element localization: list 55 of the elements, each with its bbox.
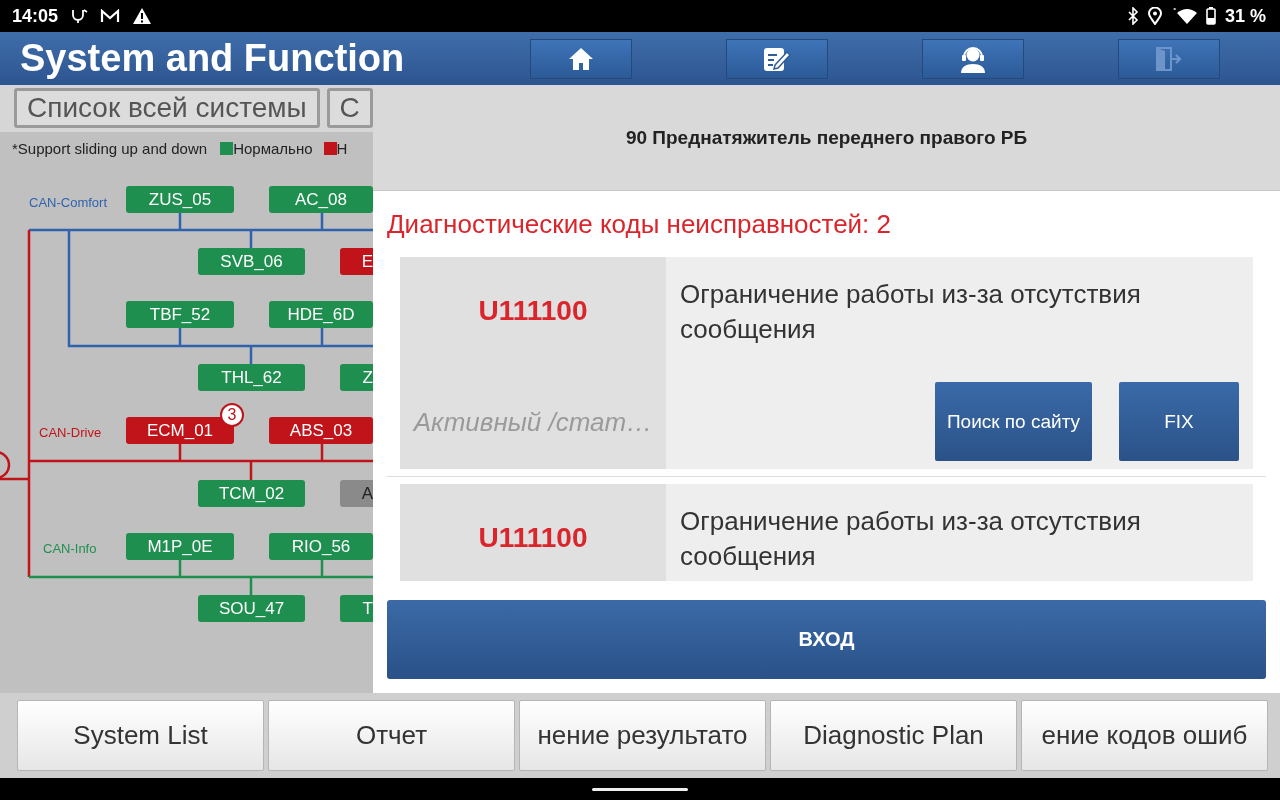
battery-icon [1205, 7, 1216, 25]
function-button[interactable]: System List [17, 700, 264, 771]
location-icon [1147, 7, 1162, 25]
system-tab[interactable]: Список всей системы [14, 88, 320, 128]
function-button[interactable]: ение кодов ошиб [1021, 700, 1268, 771]
bus-label: CAN-Info [43, 541, 97, 556]
edit-button[interactable] [726, 38, 828, 79]
module-node[interactable]: A [340, 480, 373, 507]
module-node[interactable]: RIO_56 [269, 533, 373, 560]
fault-status: Активный /стат… [413, 407, 653, 438]
support-button[interactable] [922, 38, 1024, 79]
fault-description: Ограничение работы из-за отсутствия сообщения [680, 505, 1142, 573]
hint-text: *Support sliding up and down [12, 140, 208, 157]
module-node[interactable]: T [340, 595, 373, 622]
legend-label: Н [336, 140, 348, 157]
module-node[interactable]: AC_08 [269, 186, 373, 213]
web-search-button[interactable]: Поиск по сайту [935, 382, 1092, 461]
function-button[interactable]: Отчет [268, 700, 515, 771]
module-node[interactable]: SVB_06 [198, 248, 305, 275]
function-button[interactable]: нение результато [519, 700, 766, 771]
usb-icon [70, 8, 89, 24]
mail-icon [100, 9, 121, 23]
module-node[interactable]: ABS_03 [269, 417, 373, 444]
module-node[interactable]: TBF_52 [126, 301, 234, 328]
headset-person-icon [959, 44, 987, 73]
bus-label: CAN-Drive [39, 425, 102, 440]
module-node[interactable]: Z [340, 364, 373, 391]
legend-label: Нормально [233, 140, 313, 157]
clock: 14:05 [12, 5, 59, 27]
bus-label: CAN-Comfort [29, 195, 107, 210]
exit-door-icon [1155, 45, 1183, 72]
module-node[interactable]: ZUS_05 [126, 186, 234, 213]
bluetooth-icon [1126, 7, 1139, 25]
module-node[interactable]: SOU_47 [198, 595, 305, 622]
fault-description: Ограничение работы из-за отсутствия сообщения [680, 278, 1142, 346]
fault-count-badge: 3 [220, 403, 244, 427]
home-button[interactable] [530, 38, 632, 79]
warning-icon [132, 7, 153, 25]
module-node[interactable]: THL_62 [198, 364, 305, 391]
page-title: System and Function [20, 37, 406, 80]
module-node[interactable]: TCM_02 [198, 480, 305, 507]
system-tab[interactable]: С [326, 88, 373, 128]
fault-code: U111100 [478, 522, 588, 554]
module-node[interactable]: HDE_6D [269, 301, 373, 328]
fault-code: U111100 [478, 295, 588, 327]
home-indicator[interactable] [592, 787, 688, 791]
function-button[interactable]: Diagnostic Plan [770, 700, 1017, 771]
battery-level: 31 % [1224, 5, 1266, 27]
module-node[interactable]: E [340, 248, 373, 275]
enter-button[interactable]: ВХОД [387, 600, 1266, 679]
dialog-title: 90 Преднатяжитель переднего правого РБ [625, 126, 1028, 149]
fault-count-heading: Диагностические коды неисправностей: 2 [387, 208, 893, 241]
module-node[interactable]: M1P_0E [126, 533, 234, 560]
home-icon [568, 46, 594, 71]
fix-button[interactable]: FIX [1119, 382, 1239, 461]
